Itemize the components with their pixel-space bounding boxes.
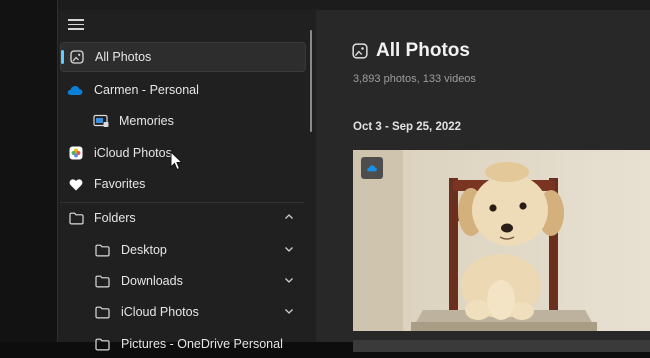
- memories-icon: [93, 113, 109, 129]
- sidebar-item-label: Folders: [94, 211, 136, 225]
- sidebar-item-label: iCloud Photos: [121, 305, 199, 319]
- sidebar-divider: [60, 202, 304, 203]
- sidebar-item-memories[interactable]: Memories: [60, 107, 304, 135]
- mouse-cursor-icon: [170, 150, 184, 171]
- chevron-down-icon[interactable]: [282, 242, 296, 256]
- photo-icon: [69, 49, 85, 65]
- sidebar-folder-pictures-onedrive[interactable]: Pictures - OneDrive Personal: [60, 330, 304, 358]
- photo-count: 3,893 photos, 133 videos: [353, 73, 476, 85]
- main-content: All Photos 3,893 photos, 133 videos Oct …: [316, 10, 650, 352]
- sidebar-item-label: Downloads: [121, 274, 183, 288]
- icloud-photos-icon: [68, 145, 84, 161]
- sidebar-item-label: Favorites: [94, 177, 146, 191]
- onedrive-cloud-icon: [67, 82, 83, 98]
- sidebar-item-label: All Photos: [95, 50, 152, 64]
- sidebar-scrollbar[interactable]: [310, 30, 312, 132]
- sidebar: All Photos Carmen - Personal Memories iC…: [58, 10, 313, 351]
- sidebar-item-all-photos[interactable]: All Photos: [60, 42, 306, 72]
- sidebar-item-label: Memories: [119, 114, 174, 128]
- chevron-down-icon[interactable]: [282, 273, 296, 287]
- dog-photo-image: [353, 150, 650, 331]
- folder-icon: [94, 336, 110, 352]
- sidebar-item-label: Pictures - OneDrive Personal: [121, 337, 283, 351]
- chevron-up-icon[interactable]: [282, 210, 296, 224]
- folder-icon: [68, 210, 84, 226]
- sidebar-item-onedrive-personal[interactable]: Carmen - Personal: [60, 76, 304, 104]
- active-indicator: [61, 50, 64, 64]
- chevron-down-icon[interactable]: [282, 304, 296, 318]
- sidebar-item-label: Desktop: [121, 243, 167, 257]
- hamburger-menu-icon[interactable]: [68, 16, 84, 30]
- sidebar-item-label: Carmen - Personal: [94, 83, 199, 97]
- window-top-strip: [58, 0, 650, 10]
- sidebar-folder-downloads[interactable]: Downloads: [60, 267, 304, 295]
- photo-thumbnail[interactable]: [353, 150, 650, 331]
- sidebar-item-label: iCloud Photos: [94, 146, 172, 160]
- folder-icon: [94, 273, 110, 289]
- onedrive-cloud-icon: [367, 165, 377, 172]
- sidebar-folder-desktop[interactable]: Desktop: [60, 236, 304, 264]
- heart-icon: [68, 176, 84, 192]
- date-group-header: Oct 3 - Sep 25, 2022: [353, 121, 462, 133]
- onedrive-sync-badge: [361, 157, 383, 179]
- page-title: All Photos: [376, 40, 470, 61]
- desktop-backdrop: [0, 0, 57, 342]
- sidebar-item-folders[interactable]: Folders: [60, 204, 304, 232]
- folder-icon: [94, 242, 110, 258]
- photo-icon: [352, 43, 368, 59]
- sidebar-item-favorites[interactable]: Favorites: [60, 170, 304, 198]
- sidebar-folder-icloud-photos[interactable]: iCloud Photos: [60, 298, 304, 326]
- photos-app-window: All Photos Carmen - Personal Memories iC…: [57, 0, 650, 352]
- folder-icon: [94, 304, 110, 320]
